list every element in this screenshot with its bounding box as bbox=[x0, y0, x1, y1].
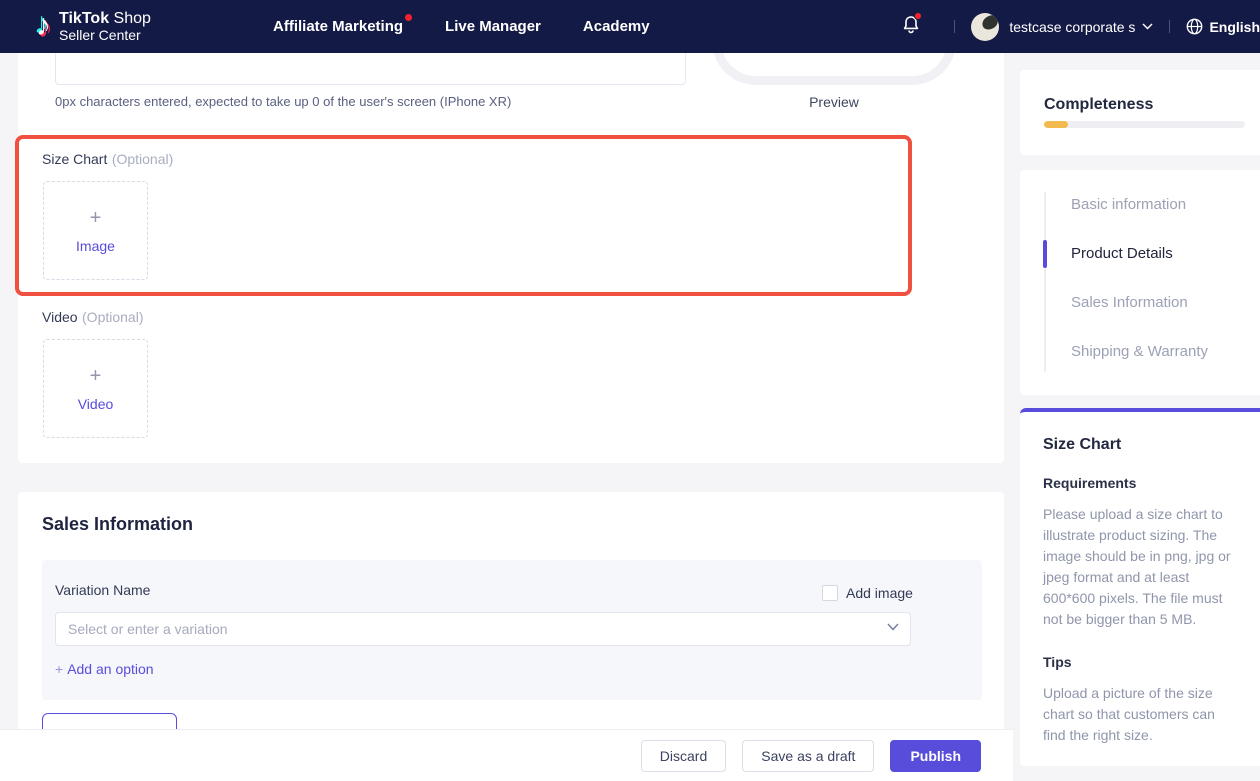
character-count-helper: 0px characters entered, expected to take… bbox=[55, 94, 511, 109]
add-image-label: Add image bbox=[846, 585, 913, 601]
nav-academy[interactable]: Academy bbox=[583, 18, 650, 35]
globe-icon bbox=[1186, 18, 1203, 35]
logo-tiktok: TikTok bbox=[59, 10, 109, 27]
size-chart-highlight-box bbox=[15, 135, 912, 296]
sales-information-title: Sales Information bbox=[42, 514, 193, 535]
seller-center-logo[interactable]: ♪ TikTok Shop Seller Center bbox=[36, 10, 151, 43]
video-field-label: Video (Optional) bbox=[42, 309, 143, 327]
tips-heading: Tips bbox=[1043, 654, 1072, 670]
top-nav: Affiliate Marketing Live Manager Academy bbox=[273, 0, 692, 53]
top-header: ♪ TikTok Shop Seller Center Affiliate Ma… bbox=[0, 0, 1260, 53]
preview-label: Preview bbox=[712, 94, 956, 110]
completeness-card: Completeness bbox=[1020, 70, 1260, 155]
publish-button[interactable]: Publish bbox=[890, 740, 981, 772]
sidebar-item-product-details[interactable]: Product Details bbox=[1071, 243, 1173, 265]
video-label: Video bbox=[42, 309, 78, 325]
header-divider bbox=[954, 20, 955, 33]
account-name: testcase corporate s bbox=[1009, 19, 1135, 35]
completeness-progress-fill bbox=[1044, 121, 1068, 128]
nav-academy-label: Academy bbox=[583, 18, 650, 35]
header-divider bbox=[1169, 20, 1170, 33]
language-selector[interactable]: English bbox=[1186, 18, 1260, 35]
tiktok-logo-icon: ♪ bbox=[36, 11, 51, 41]
chevron-down-icon bbox=[1142, 23, 1153, 30]
account-menu[interactable]: testcase corporate s bbox=[971, 13, 1153, 41]
notifications-button[interactable] bbox=[902, 15, 920, 39]
avatar bbox=[971, 13, 999, 41]
video-upload[interactable]: + Video bbox=[43, 339, 148, 438]
discard-button[interactable]: Discard bbox=[641, 740, 726, 772]
notification-dot bbox=[405, 14, 412, 21]
language-label: English bbox=[1209, 19, 1260, 35]
section-nav-track bbox=[1044, 192, 1046, 372]
nav-live-manager[interactable]: Live Manager bbox=[445, 18, 541, 35]
variation-name-label: Variation Name bbox=[55, 582, 150, 598]
sidebar-item-shipping-warranty[interactable]: Shipping & Warranty bbox=[1071, 341, 1208, 363]
add-option-label: Add an option bbox=[67, 661, 153, 677]
variation-select-input[interactable] bbox=[55, 612, 911, 646]
help-panel-title: Size Chart bbox=[1043, 436, 1121, 454]
add-an-option-button[interactable]: +Add an option bbox=[55, 661, 154, 677]
add-image-checkbox[interactable] bbox=[822, 585, 838, 601]
logo-seller-center: Seller Center bbox=[59, 28, 151, 43]
tips-body: Upload a picture of the size chart so th… bbox=[1043, 683, 1241, 746]
nav-live-manager-label: Live Manager bbox=[445, 18, 541, 35]
completeness-progress-track bbox=[1044, 121, 1245, 128]
video-optional: (Optional) bbox=[82, 309, 143, 325]
nav-affiliate-marketing-label: Affiliate Marketing bbox=[273, 18, 403, 35]
header-right: testcase corporate s English bbox=[902, 0, 1260, 53]
section-nav-card: Basic information Product Details Sales … bbox=[1020, 170, 1260, 395]
save-as-draft-button[interactable]: Save as a draft bbox=[742, 740, 874, 772]
requirements-heading: Requirements bbox=[1043, 475, 1136, 491]
logo-shop: Shop bbox=[109, 10, 151, 27]
requirements-body: Please upload a size chart to illustrate… bbox=[1043, 504, 1241, 630]
sidebar-item-sales-information[interactable]: Sales Information bbox=[1071, 292, 1188, 314]
action-footer: Discard Save as a draft Publish bbox=[0, 730, 1013, 781]
upload-video-link: Video bbox=[78, 396, 114, 412]
bell-badge-dot bbox=[914, 12, 922, 20]
completeness-title: Completeness bbox=[1044, 96, 1153, 114]
size-chart-help-card: Size Chart Requirements Please upload a … bbox=[1020, 408, 1260, 766]
active-section-indicator bbox=[1043, 240, 1047, 268]
plus-icon: + bbox=[55, 661, 63, 677]
nav-affiliate-marketing[interactable]: Affiliate Marketing bbox=[273, 18, 403, 35]
logo-text: TikTok Shop Seller Center bbox=[59, 10, 151, 43]
sidebar-item-basic-information[interactable]: Basic information bbox=[1071, 194, 1186, 216]
plus-icon: + bbox=[90, 366, 102, 386]
add-image-option: Add image bbox=[822, 585, 913, 601]
variation-select bbox=[55, 612, 911, 646]
